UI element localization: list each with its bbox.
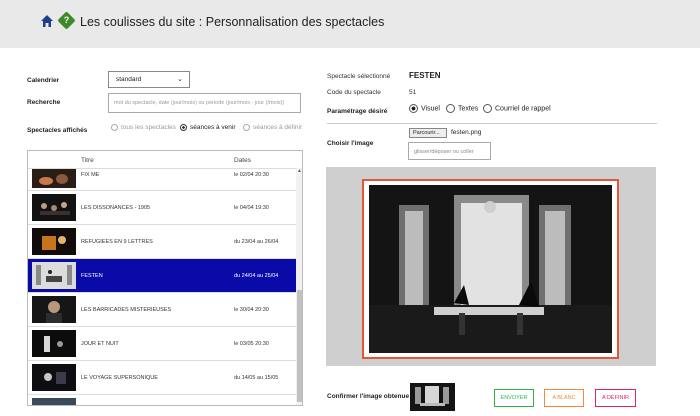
row-title: FIX ME [81, 172, 100, 178]
radio-courriel-rappel[interactable]: Courriel de rappel [483, 104, 551, 114]
confirmed-image-thumbnail [410, 383, 455, 411]
table-row-selected[interactable]: FESTEN du 24/04 au 25/04 [28, 258, 296, 292]
calendrier-label: Calendrier [27, 77, 60, 84]
calendrier-value: standard [116, 76, 142, 83]
spectacle-thumbnail [32, 364, 76, 391]
search-placeholder: mot du spectacle, date (jour/mois) ou pé… [114, 100, 285, 106]
column-header-dates[interactable]: Dates [234, 157, 251, 164]
calendrier-select[interactable]: standard ⌄ [108, 71, 190, 88]
spectacles-table[interactable]: Titre Dates FIX ME le 02/04 20:30 LES DI… [27, 150, 303, 406]
table-row[interactable]: LE VOYAGE SUPERSONIQUE du 14/05 au 15/05 [28, 360, 296, 394]
radio-dot [111, 124, 118, 131]
radio-seances-a-venir[interactable]: séances à venir [180, 124, 236, 134]
recherche-label: Recherche [27, 99, 61, 106]
chevron-down-icon: ⌄ [177, 76, 183, 83]
row-title: REFUGIEES EN 9 LETTRES [81, 239, 153, 245]
code-spectacle-value: 51 [409, 89, 417, 96]
show-photo [369, 185, 612, 353]
header-bar: ? Les coulisses du site : Personnalisati… [0, 0, 700, 48]
row-dates: le 04/04 19:30 [234, 205, 269, 211]
spectacle-selectionne-value: FESTEN [409, 71, 441, 80]
spectacle-thumbnail [32, 194, 76, 221]
row-title: LES BARRICADES MISTERIEUSES [81, 307, 172, 313]
a-blanc-button[interactable]: A BLANC [544, 389, 584, 407]
table-scrollbar[interactable]: ▲ [296, 168, 302, 405]
radio-label: Visuel [421, 105, 440, 113]
radio-tous-spectacles[interactable]: tous les spectacles [111, 124, 176, 134]
table-row[interactable]: JOUR ET NUIT le 03/05 20:30 [28, 326, 296, 360]
radio-label: Textes [458, 105, 479, 113]
radio-dot [483, 104, 492, 113]
row-dates: le 02/04 20:30 [234, 172, 269, 178]
radio-textes[interactable]: Textes [446, 104, 478, 114]
row-title: JOUR ET NUIT [81, 341, 119, 347]
spectacle-thumbnail [32, 398, 76, 405]
spectacle-thumbnail [32, 169, 76, 188]
table-row[interactable]: LES BARRICADES MISTERIEUSES le 30/04 20:… [28, 292, 296, 326]
code-spectacle-label: Code du spectacle [327, 89, 381, 96]
page-title: Les coulisses du site : Personnalisation… [80, 15, 385, 29]
parametrage-label: Paramétrage désiré [327, 108, 388, 115]
scroll-up-icon[interactable]: ▲ [296, 168, 302, 174]
spectacle-thumbnail [32, 228, 76, 255]
browse-button[interactable]: Parcourir... [409, 128, 447, 138]
radio-dot [409, 104, 418, 113]
radio-dot [446, 104, 455, 113]
row-dates: le 03/05 20:30 [234, 341, 269, 347]
radio-label: séances à définir [253, 124, 303, 132]
radio-visuel[interactable]: Visuel [409, 104, 440, 114]
radio-seances-a-definir[interactable]: séances à définir [243, 124, 302, 134]
radio-label: Courriel de rappel [495, 105, 551, 113]
spectacle-thumbnail [32, 262, 76, 289]
row-title: LES DISSONANCES - 1905 [81, 205, 151, 211]
confirm-image-label: Confirmer l'image obtenue [327, 393, 410, 400]
choisir-image-label: Choisir l'image [327, 140, 374, 147]
help-icon[interactable]: ? [57, 11, 76, 30]
spectacle-thumbnail [32, 330, 76, 357]
row-title: LE VOYAGE SUPERSONIQUE [81, 375, 158, 381]
table-row[interactable]: REFUGIEES EN 9 LETTRES du 23/04 au 26/04 [28, 224, 296, 258]
spectacle-thumbnail [32, 296, 76, 323]
table-row[interactable] [28, 394, 296, 405]
home-icon[interactable] [40, 14, 54, 28]
radio-dot [243, 124, 250, 131]
row-dates: du 23/04 au 26/04 [234, 239, 279, 245]
row-dates: du 14/05 au 15/05 [234, 375, 279, 381]
radio-dot [180, 124, 187, 131]
image-dropzone[interactable]: glisser/déposer ou coller [408, 142, 491, 160]
spectacle-selectionne-label: Spectacle sélectionné [327, 73, 391, 80]
row-dates: le 30/04 20:30 [234, 307, 269, 313]
a-definir-button[interactable]: A DÉFINIR [595, 389, 636, 407]
row-dates: du 24/04 au 25/04 [234, 273, 279, 279]
divider [327, 123, 657, 124]
envoyer-button[interactable]: ENVOYER [494, 389, 534, 407]
table-row[interactable]: LES DISSONANCES - 1905 le 04/04 19:30 [28, 190, 296, 224]
search-input[interactable]: mot du spectacle, date (jour/mois) ou pé… [108, 93, 301, 113]
scrollbar-thumb[interactable] [297, 290, 302, 402]
table-header: Titre Dates [28, 151, 296, 168]
radio-label: séances à venir [190, 124, 236, 132]
spectacles-affiches-label: Spectacles affichés [27, 127, 88, 134]
radio-label: tous les spectacles [121, 124, 176, 132]
table-row[interactable]: FIX ME le 02/04 20:30 [28, 168, 296, 190]
column-header-titre[interactable]: Titre [81, 157, 94, 164]
selected-filename: festen.png [451, 129, 482, 136]
row-title: FESTEN [81, 273, 103, 279]
